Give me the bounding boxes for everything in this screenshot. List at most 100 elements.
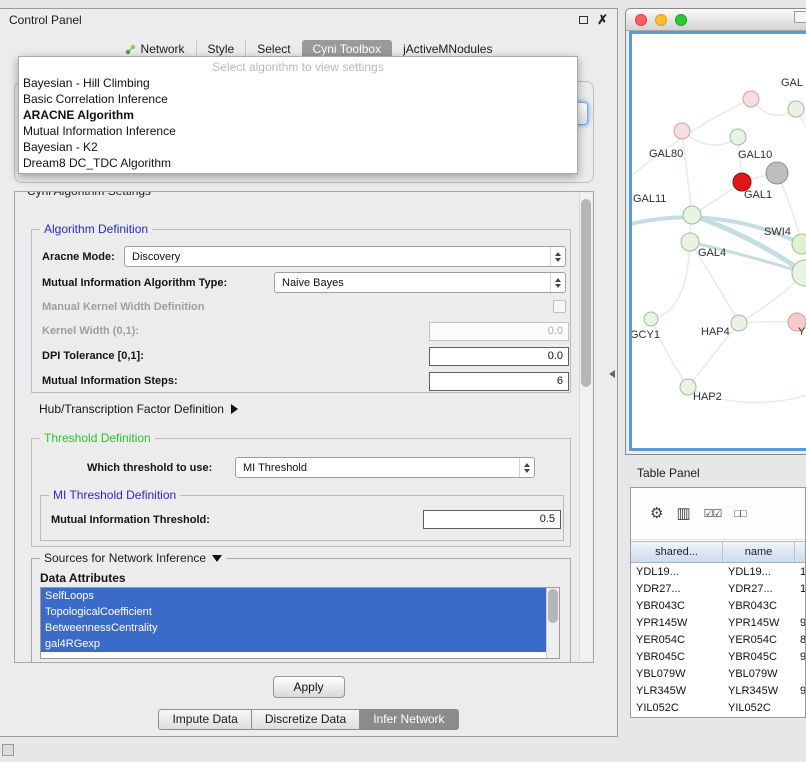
- algorithm-option[interactable]: Dream8 DC_TDC Algorithm: [19, 155, 577, 171]
- attribute-item[interactable]: gal4RGexp: [41, 636, 546, 652]
- gear-icon[interactable]: ⚙: [650, 505, 663, 523]
- mi-algorithm-type-combobox[interactable]: Naive Bayes: [274, 272, 566, 293]
- table-cell: YDR27...: [723, 581, 795, 598]
- attribute-item[interactable]: SelfLoops: [41, 588, 546, 604]
- algorithm-definition-group: Algorithm Definition Aracne Mode: Discov…: [31, 229, 571, 393]
- minimize-button[interactable]: [655, 14, 667, 26]
- chevron-down-icon: [212, 555, 222, 562]
- table-cell: [795, 666, 806, 683]
- attribute-item[interactable]: BetweennessCentrality: [41, 620, 546, 636]
- network-node[interactable]: [683, 206, 701, 224]
- algorithm-option-selected[interactable]: ARACNE Algorithm: [19, 107, 577, 123]
- table-toolbar: ⚙ ▥ ☑☑ □□: [631, 488, 805, 540]
- aracne-mode-label: Aracne Mode:: [42, 251, 115, 263]
- network-view-window: GAL80 GAL10 GAL11 GAL1 SWI4 GAL4 GCY1 HA…: [625, 8, 806, 455]
- tab-label: Style: [208, 42, 235, 56]
- mi-threshold-group: MI Threshold Definition Mutual Informati…: [40, 495, 564, 541]
- table-cell: YLR345W: [631, 683, 723, 700]
- table-body: YDL19... YDL19... 13 YDR27... YDR27... 1…: [631, 564, 806, 717]
- tab-label: Select: [257, 42, 290, 56]
- table-cell: YER054C: [723, 632, 795, 649]
- table-cell: 12: [795, 581, 806, 598]
- tab-infer-network[interactable]: Infer Network: [360, 709, 458, 730]
- table-cell: 9.: [795, 683, 806, 700]
- data-attributes-list: SelfLoops TopologicalCoefficient Between…: [40, 587, 560, 659]
- table-row[interactable]: YDL19... YDL19... 13: [631, 564, 806, 581]
- scrollbar-thumb[interactable]: [548, 589, 558, 623]
- tab-discretize-data[interactable]: Discretize Data: [252, 709, 360, 730]
- table-row[interactable]: YLR345W YLR345W 9.: [631, 683, 806, 700]
- mi-steps-input[interactable]: 6: [429, 372, 569, 391]
- algorithm-placeholder: Select algorithm to view settings: [19, 59, 577, 75]
- columns-icon[interactable]: ▥: [676, 505, 690, 523]
- network-node[interactable]: [674, 123, 690, 139]
- network-nodes[interactable]: [644, 91, 806, 395]
- column-header-shared-name[interactable]: shared...: [631, 542, 723, 562]
- clear-all-icon[interactable]: □□: [734, 505, 745, 523]
- algorithm-option[interactable]: Mutual Information Inference: [19, 123, 577, 139]
- float-window-icon[interactable]: [579, 16, 588, 24]
- close-button[interactable]: [635, 14, 647, 26]
- network-icon: [125, 44, 136, 55]
- manual-kernel-width-checkbox[interactable]: [553, 300, 566, 313]
- zoom-button[interactable]: [675, 14, 687, 26]
- close-icon[interactable]: ✗: [597, 14, 608, 26]
- panel-dock-icon[interactable]: [2, 744, 14, 756]
- table-row[interactable]: YBR045C YBR045C 9.: [631, 649, 806, 666]
- control-panel-title: Control Panel: [9, 13, 82, 27]
- algorithm-option[interactable]: Bayesian - Hill Climbing: [19, 75, 577, 91]
- select-all-icon[interactable]: ☑☑: [704, 505, 722, 523]
- network-node[interactable]: [792, 234, 806, 254]
- table-cell: YLR345W: [723, 683, 795, 700]
- tab-impute-data[interactable]: Impute Data: [158, 709, 251, 730]
- aracne-mode-combobox[interactable]: Discovery: [124, 246, 566, 267]
- apply-button[interactable]: Apply: [273, 676, 345, 698]
- table-cell: YPR145W: [723, 615, 795, 632]
- control-panel-window: Control Panel ✗ Network Style Select: [0, 8, 618, 737]
- which-threshold-value: MI Threshold: [243, 462, 307, 474]
- attributes-scrollbar[interactable]: [546, 588, 559, 658]
- table-row[interactable]: YER054C YER054C 8.: [631, 632, 806, 649]
- network-node[interactable]: [644, 312, 658, 326]
- attribute-item[interactable]: TopologicalCoefficient: [41, 604, 546, 620]
- kernel-width-label: Kernel Width (0,1):: [42, 325, 139, 337]
- chevron-right-icon: [231, 404, 238, 414]
- hub-definition-toggle[interactable]: Hub/Transcription Factor Definition: [39, 402, 238, 416]
- column-header-name[interactable]: name: [723, 542, 795, 562]
- algorithm-option[interactable]: Bayesian - K2: [19, 139, 577, 155]
- table-row[interactable]: YBL079W YBL079W: [631, 666, 806, 683]
- table-cell: 9.: [795, 649, 806, 666]
- table-row[interactable]: YBR043C YBR043C: [631, 598, 806, 615]
- network-node[interactable]: [743, 91, 759, 107]
- column-header[interactable]: [795, 542, 806, 562]
- dpi-tolerance-input[interactable]: 0.0: [429, 347, 569, 366]
- manual-kernel-width-label: Manual Kernel Width Definition: [42, 301, 204, 313]
- mi-algorithm-type-value: Naive Bayes: [282, 277, 344, 289]
- table-row[interactable]: YIL052C YIL052C: [631, 700, 806, 717]
- mi-threshold-input[interactable]: 0.5: [423, 510, 561, 529]
- node-label: Y: [798, 326, 805, 338]
- network-node[interactable]: [681, 233, 699, 251]
- cyni-algorithm-settings-group: Cyni Algorithm Settings Algorithm Defini…: [14, 191, 594, 663]
- sources-toggle[interactable]: Sources for Network Inference: [40, 551, 226, 565]
- combo-stepper-icon: [550, 273, 565, 292]
- network-node[interactable]: [731, 315, 747, 331]
- splitter-collapse-icon[interactable]: [609, 370, 615, 378]
- which-threshold-combobox[interactable]: MI Threshold: [235, 457, 535, 478]
- network-node[interactable]: [730, 129, 746, 145]
- desktop: Control Panel ✗ Network Style Select: [0, 0, 806, 762]
- algorithm-option[interactable]: Basic Correlation Inference: [19, 91, 577, 107]
- network-scroll-box[interactable]: [794, 11, 806, 23]
- network-node[interactable]: [788, 101, 804, 117]
- table-cell: 8.: [795, 632, 806, 649]
- kernel-width-input[interactable]: 0.0: [429, 322, 569, 341]
- table-row[interactable]: YDR27... YDR27... 12: [631, 581, 806, 598]
- network-canvas[interactable]: GAL80 GAL10 GAL11 GAL1 SWI4 GAL4 GCY1 HA…: [629, 31, 806, 451]
- network-node[interactable]: [766, 162, 788, 184]
- table-cell: YDL19...: [631, 564, 723, 581]
- scrollbar-thumb[interactable]: [581, 199, 591, 387]
- node-label: GAL1: [744, 189, 772, 201]
- settings-scrollbar[interactable]: [579, 193, 592, 661]
- table-row[interactable]: YPR145W YPR145W 9.: [631, 615, 806, 632]
- algorithm-dropdown-popup: Select algorithm to view settings Bayesi…: [18, 56, 578, 174]
